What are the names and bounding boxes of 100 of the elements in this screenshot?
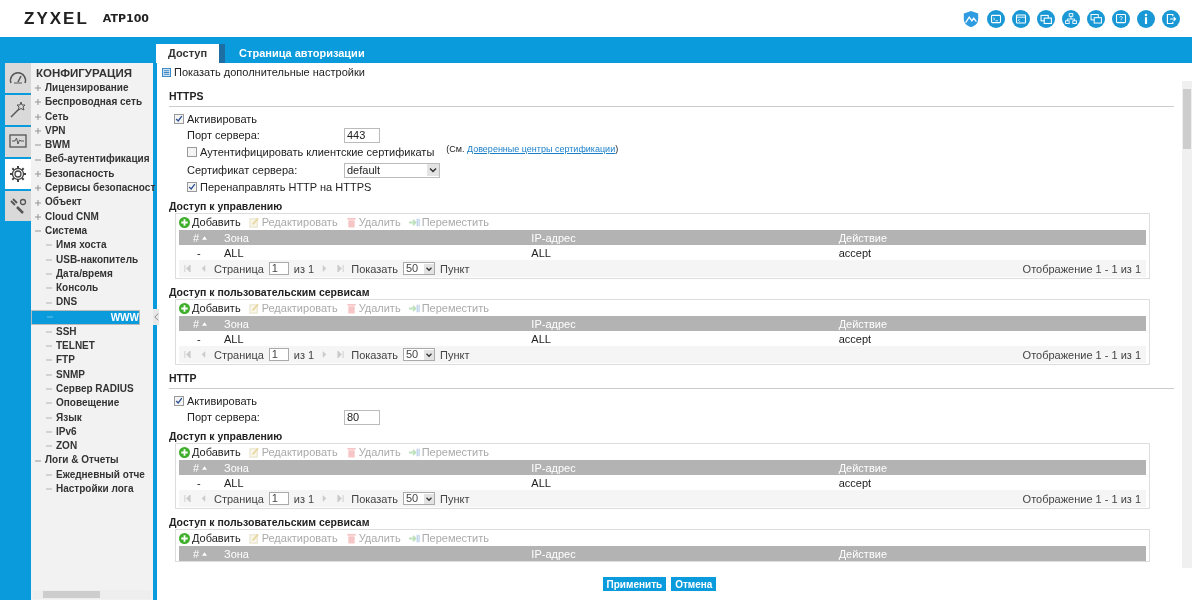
previous-page-icon[interactable] (200, 351, 207, 358)
per-page-select[interactable]: 50 (403, 348, 435, 361)
tree-item[interactable]: Безопасность (31, 166, 153, 182)
tree-item[interactable]: Ежедневный отче (31, 467, 153, 482)
checkbox[interactable] (174, 396, 184, 406)
tree-item[interactable]: IPv6 (31, 424, 153, 440)
tree-item[interactable]: DNS (31, 295, 153, 310)
tree-item[interactable]: Дата/время (31, 266, 153, 282)
page-field[interactable]: 1 (268, 492, 289, 505)
tree-item[interactable]: Логи & Отчеты (31, 453, 153, 468)
per-page-select[interactable]: 50 (403, 492, 435, 505)
tab[interactable]: Доступ (156, 44, 226, 63)
previous-page-icon[interactable] (200, 495, 207, 502)
tree-item[interactable]: TELNET (31, 339, 153, 354)
edit-icon (248, 532, 260, 544)
first-page-icon[interactable] (184, 265, 191, 272)
model-name: ATP100 (102, 12, 149, 25)
tree-item[interactable]: Настройки лога (31, 482, 153, 497)
table-cell-text: ALL (531, 476, 552, 489)
advanced-settings-toggle[interactable]: Показать дополнительные настройки (157, 63, 1192, 81)
per-page-select[interactable]: 50 (403, 262, 435, 275)
checkbox[interactable] (187, 147, 197, 157)
field-label: Порт сервера: (187, 411, 261, 423)
tree-item[interactable]: Язык (31, 410, 153, 425)
page-field[interactable]: 1 (268, 348, 289, 361)
gear-button[interactable] (5, 159, 31, 189)
tools-button[interactable] (5, 191, 31, 221)
toolbar-action[interactable]: Добавить (179, 532, 241, 544)
port-field[interactable]: 443 (344, 127, 380, 143)
horizontal-scrollbar[interactable] (33, 590, 151, 599)
caret-icon (427, 164, 439, 176)
tree-item[interactable]: Имя хоста (31, 238, 153, 253)
console-icon[interactable] (987, 9, 1005, 28)
tree-item[interactable]: USB-накопитель (31, 252, 153, 267)
plus-icon (35, 99, 41, 106)
trash-icon (345, 446, 357, 458)
list-icon (162, 67, 171, 77)
pager-summary: Отображение 1 - 1 из 1 (1022, 492, 1142, 505)
plus-icon (35, 170, 41, 177)
tree-item[interactable]: Консоль (31, 281, 153, 296)
last-page-icon[interactable] (337, 351, 345, 358)
toolbar-action[interactable]: Добавить (179, 216, 241, 228)
chat-icon[interactable] (1087, 9, 1105, 28)
logout-icon[interactable] (1162, 9, 1180, 28)
checkbox[interactable] (174, 114, 184, 124)
port-field[interactable]: 80 (344, 409, 380, 425)
tree-item[interactable]: Веб-аутентификация (31, 152, 153, 167)
vertical-scrollbar[interactable] (1182, 81, 1192, 568)
tree-item[interactable]: FTP (31, 353, 153, 368)
pager-summary: Отображение 1 - 1 из 1 (1022, 348, 1142, 361)
help-icon[interactable] (1112, 9, 1130, 28)
certificate-select[interactable]: default (344, 162, 440, 178)
toolbar-action[interactable]: Добавить (179, 302, 241, 314)
tree-item[interactable]: Объект (31, 195, 153, 210)
wand-button[interactable] (5, 95, 31, 125)
tree-item[interactable]: ZON (31, 439, 153, 454)
tree-item[interactable]: Беспроводная сеть (31, 95, 153, 110)
dash-icon (46, 271, 52, 277)
edit-icon (248, 446, 260, 458)
plus-icon (179, 446, 190, 458)
check-icon (175, 115, 183, 123)
checkbox[interactable] (187, 182, 197, 192)
tree-item[interactable]: Оповещение (31, 396, 153, 411)
info-icon[interactable] (1137, 9, 1155, 28)
dash-icon (46, 471, 52, 478)
last-page-icon[interactable] (337, 495, 345, 502)
cli-window-icon[interactable] (1012, 9, 1030, 28)
tree-item[interactable]: Сеть (31, 109, 153, 124)
tree-item[interactable]: Сервер RADIUS (31, 381, 153, 397)
page-field[interactable]: 1 (268, 262, 289, 275)
trash-icon (345, 532, 357, 544)
tree-item[interactable]: Система (31, 223, 153, 239)
logo: ZYXEL (24, 8, 89, 29)
gauge-button[interactable] (5, 63, 31, 93)
tree-item[interactable]: VPN (31, 123, 153, 139)
tree-item[interactable]: Cloud CNM (31, 209, 153, 224)
plus-icon (179, 216, 190, 228)
next-page-icon[interactable] (321, 351, 329, 358)
previous-page-icon[interactable] (200, 265, 207, 272)
next-page-icon[interactable] (321, 495, 329, 502)
plus-icon (35, 113, 41, 120)
table-cell-text: - (196, 476, 202, 489)
network-icon[interactable] (1062, 9, 1080, 28)
first-page-icon[interactable] (184, 495, 191, 502)
tree-item[interactable]: SNMP (31, 367, 153, 382)
table-cell-text: accept (838, 246, 873, 259)
shield-icon[interactable] (962, 9, 980, 28)
collapse-handle[interactable] (153, 309, 159, 325)
windows-icon[interactable] (1037, 9, 1055, 28)
tree-item[interactable]: SSH (31, 324, 153, 340)
table-cell-text: accept (838, 476, 873, 489)
page-label: Страница (214, 492, 264, 505)
last-page-icon[interactable] (337, 265, 345, 272)
toolbar-action[interactable]: Добавить (179, 446, 241, 458)
show-label: Показать (351, 348, 398, 361)
next-page-icon[interactable] (321, 265, 329, 272)
tree-item[interactable]: BWM (31, 138, 153, 153)
first-page-icon[interactable] (184, 351, 191, 358)
unit-label: Пункт (440, 348, 470, 361)
tree-item[interactable]: Лицензирование (31, 81, 153, 96)
